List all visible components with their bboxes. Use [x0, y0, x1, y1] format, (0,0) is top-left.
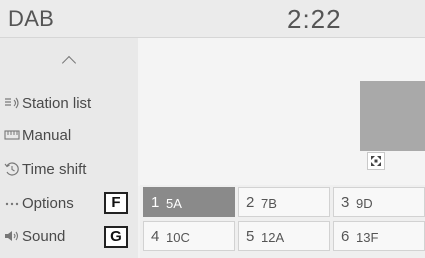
- preset-button-2[interactable]: 2 7B: [238, 187, 330, 217]
- preset-button-6[interactable]: 6 13F: [333, 221, 425, 251]
- sidebar: Station list Manual Time shift Options S…: [0, 38, 138, 258]
- preset-number: 1: [151, 194, 160, 211]
- sidebar-item-label: Sound: [22, 228, 66, 245]
- preset-number: 5: [246, 228, 255, 245]
- dab-radio-screen: DAB 2:22 Station list Manual Time shift …: [0, 0, 425, 258]
- collapse-button[interactable]: [0, 38, 138, 84]
- sidebar-item-station-list[interactable]: Station list: [0, 88, 138, 120]
- header-bar: DAB 2:22: [0, 0, 425, 38]
- chevron-up-icon: [61, 55, 77, 71]
- manual-tuning-icon: [4, 130, 20, 140]
- clock: 2:22: [287, 4, 342, 34]
- callout-label-g: G: [104, 226, 128, 248]
- fullscreen-button[interactable]: [367, 152, 385, 170]
- preset-channel: 9D: [356, 196, 373, 211]
- sidebar-item-label: Time shift: [22, 161, 87, 178]
- sidebar-item-time-shift[interactable]: Time shift: [0, 154, 138, 186]
- preset-channel: 13F: [356, 230, 379, 245]
- preset-channel: 5A: [166, 196, 182, 211]
- sidebar-item-label: Options: [22, 195, 74, 212]
- preset-button-5[interactable]: 5 12A: [238, 221, 330, 251]
- preset-channel: 12A: [261, 230, 285, 245]
- sidebar-item-label: Manual: [22, 127, 72, 144]
- preset-number: 4: [151, 228, 160, 245]
- sidebar-item-manual[interactable]: Manual: [0, 120, 138, 152]
- preset-number: 2: [246, 194, 255, 211]
- time-shift-icon: [4, 162, 19, 176]
- callout-label-f: F: [104, 192, 128, 214]
- speaker-icon: [5, 231, 19, 241]
- sidebar-item-label: Station list: [22, 95, 92, 112]
- audio-source-title: DAB: [8, 6, 55, 31]
- station-artwork: [360, 81, 425, 151]
- fullscreen-icon: [371, 156, 381, 166]
- preset-number: 3: [341, 194, 350, 211]
- station-list-icon: [5, 97, 19, 109]
- preset-button-1[interactable]: 1 5A: [143, 187, 235, 217]
- preset-channel: 10C: [166, 230, 190, 245]
- preset-button-3[interactable]: 3 9D: [333, 187, 425, 217]
- preset-button-4[interactable]: 4 10C: [143, 221, 235, 251]
- preset-panel: 1 5A 2 7B 3 9D 4 10C 5 12A 6 13F: [140, 185, 425, 258]
- preset-channel: 7B: [261, 196, 277, 211]
- ellipsis-icon: [5, 202, 19, 206]
- preset-number: 6: [341, 228, 350, 245]
- main-display: [138, 38, 425, 186]
